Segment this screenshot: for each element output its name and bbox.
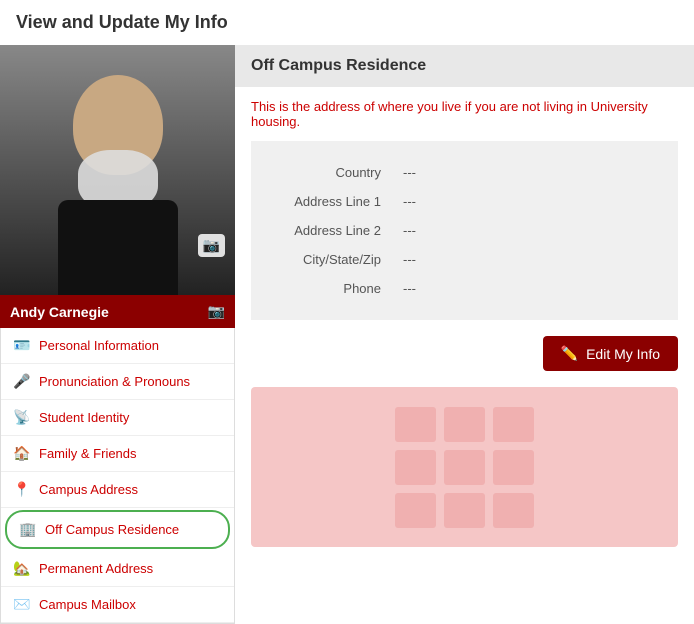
- table-row: Phone ---: [269, 275, 660, 302]
- nav-item-personal-information[interactable]: 🪪 Personal Information: [1, 328, 234, 364]
- field-label: Phone: [269, 275, 389, 302]
- table-row: Address Line 1 ---: [269, 188, 660, 215]
- building-window-9: [493, 493, 534, 528]
- sidebar: 📷 Andy Carnegie 📷 🪪 Personal Information…: [0, 45, 235, 624]
- edit-btn-row: ✏️ Edit My Info: [235, 336, 694, 387]
- nav-label-campus-address: Campus Address: [39, 482, 138, 497]
- nav-item-campus-mailbox[interactable]: ✉️ Campus Mailbox: [1, 587, 234, 623]
- family-friends-icon: 🏠: [13, 445, 31, 462]
- camera-icon-bar[interactable]: 📷: [208, 303, 225, 320]
- camera-button[interactable]: 📷: [198, 234, 225, 257]
- table-row: City/State/Zip ---: [269, 246, 660, 273]
- campus-address-icon: 📍: [13, 481, 31, 498]
- profile-photo-area: 📷: [0, 45, 235, 295]
- address-info-table: Country --- Address Line 1 --- Address L…: [267, 157, 662, 304]
- nav-label-student-identity: Student Identity: [39, 410, 129, 425]
- field-label: City/State/Zip: [269, 246, 389, 273]
- building-window-8: [444, 493, 485, 528]
- nav-item-student-identity[interactable]: 📡 Student Identity: [1, 400, 234, 436]
- profile-name: Andy Carnegie: [10, 304, 109, 320]
- building-window-3: [493, 407, 534, 442]
- field-value: ---: [391, 188, 660, 215]
- edit-button-label: Edit My Info: [586, 346, 660, 362]
- building-illustration: [251, 387, 678, 547]
- nav-item-campus-address[interactable]: 📍 Campus Address: [1, 472, 234, 508]
- nav-label-off-campus-residence: Off Campus Residence: [45, 522, 179, 537]
- navigation-list: 🪪 Personal Information 🎤 Pronunciation &…: [0, 328, 235, 624]
- field-label: Address Line 1: [269, 188, 389, 215]
- permanent-address-icon: 🏡: [13, 560, 31, 577]
- page-title: View and Update My Info: [0, 0, 694, 45]
- info-note: This is the address of where you live if…: [235, 87, 694, 141]
- field-value: ---: [391, 159, 660, 186]
- main-content: Off Campus Residence This is the address…: [235, 45, 694, 624]
- building-window-7: [395, 493, 436, 528]
- building-window-4: [395, 450, 436, 485]
- building-grid: [395, 407, 535, 528]
- building-window-5: [444, 450, 485, 485]
- address-info-table-wrapper: Country --- Address Line 1 --- Address L…: [251, 141, 678, 320]
- nav-label-campus-mailbox: Campus Mailbox: [39, 597, 136, 612]
- pronunciation-icon: 🎤: [13, 373, 31, 390]
- building-window-2: [444, 407, 485, 442]
- field-value: ---: [391, 275, 660, 302]
- building-window-6: [493, 450, 534, 485]
- nav-item-permanent-address[interactable]: 🏡 Permanent Address: [1, 551, 234, 587]
- nav-item-pronunciation-pronouns[interactable]: 🎤 Pronunciation & Pronouns: [1, 364, 234, 400]
- field-label: Address Line 2: [269, 217, 389, 244]
- campus-mailbox-icon: ✉️: [13, 596, 31, 613]
- nav-label-permanent-address: Permanent Address: [39, 561, 153, 576]
- edit-icon: ✏️: [561, 345, 578, 362]
- profile-name-bar: Andy Carnegie 📷: [0, 295, 235, 328]
- off-campus-icon: 🏢: [19, 521, 37, 538]
- camera-icon: 📷: [203, 237, 220, 253]
- nav-item-off-campus-residence[interactable]: 🏢 Off Campus Residence: [5, 510, 230, 549]
- table-row: Address Line 2 ---: [269, 217, 660, 244]
- edit-my-info-button[interactable]: ✏️ Edit My Info: [543, 336, 678, 371]
- personal-info-icon: 🪪: [13, 337, 31, 354]
- nav-label-personal-information: Personal Information: [39, 338, 159, 353]
- nav-label-family-friends: Family & Friends: [39, 446, 137, 461]
- field-value: ---: [391, 217, 660, 244]
- section-header: Off Campus Residence: [235, 45, 694, 87]
- table-row: Country ---: [269, 159, 660, 186]
- field-value: ---: [391, 246, 660, 273]
- student-identity-icon: 📡: [13, 409, 31, 426]
- info-note-prefix: This is the address of where: [251, 99, 417, 114]
- nav-label-pronunciation-pronouns: Pronunciation & Pronouns: [39, 374, 190, 389]
- field-label: Country: [269, 159, 389, 186]
- nav-item-family-friends[interactable]: 🏠 Family & Friends: [1, 436, 234, 472]
- person-body-shape: [58, 200, 178, 295]
- info-note-highlight: you live: [417, 99, 461, 114]
- building-window-1: [395, 407, 436, 442]
